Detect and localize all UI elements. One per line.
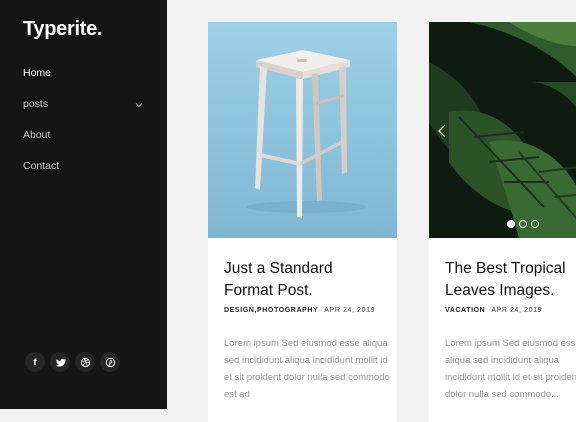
post-title-line2: Leaves Images. xyxy=(445,282,555,299)
leaves-illustration xyxy=(429,22,576,238)
post-title-line2: Format Post. xyxy=(224,282,313,299)
tropical-leaves-image[interactable] xyxy=(429,22,576,238)
stool-illustration xyxy=(208,22,397,238)
post-categories[interactable]: DESIGN,PHOTOGRAPHY xyxy=(224,307,318,314)
nav-item-about[interactable]: About xyxy=(23,122,148,153)
post-date: APR 24, 2019 xyxy=(491,307,543,314)
carousel-dot-1[interactable] xyxy=(507,220,515,228)
post-card[interactable]: The Best Tropical Leaves Images. VACATIO… xyxy=(429,22,576,422)
carousel-prev-arrow[interactable] xyxy=(437,124,447,138)
dribbble-icon[interactable] xyxy=(75,352,95,372)
post-date: APR 24, 2019 xyxy=(324,307,376,314)
post-categories[interactable]: VACATION xyxy=(445,307,485,314)
post-title[interactable]: The Best Tropical Leaves Images. xyxy=(445,258,576,302)
post-excerpt: Lorem ipsum Sed eiusmod esse aliqua sed … xyxy=(445,338,576,400)
post-meta: VACATION APR 24, 2019 xyxy=(445,307,542,314)
post-title-line1: The Best Tropical xyxy=(445,260,566,277)
post-meta: DESIGN,PHOTOGRAPHY APR 24, 2019 xyxy=(224,307,375,314)
post-title[interactable]: Just a Standard Format Post. xyxy=(224,258,374,302)
post-title-line1: Just a Standard xyxy=(224,260,333,277)
twitter-icon[interactable] xyxy=(50,352,70,372)
sidebar: Typerite. Home posts About Contact f xyxy=(0,0,167,409)
site-logo[interactable]: Typerite. xyxy=(23,18,102,41)
post-excerpt: Lorem ipsum Sed eiusmod esse aliqua sed … xyxy=(224,338,390,400)
post-card[interactable]: Just a Standard Format Post. DESIGN,PHOT… xyxy=(208,22,397,422)
nav-item-posts[interactable]: posts xyxy=(23,91,148,122)
stool-image[interactable] xyxy=(208,22,397,238)
carousel-dot-2[interactable] xyxy=(519,220,527,228)
nav-item-home[interactable]: Home xyxy=(23,60,148,91)
chevron-down-icon[interactable] xyxy=(134,100,144,110)
main-nav: Home posts About Contact xyxy=(23,60,148,184)
carousel-dots xyxy=(507,220,539,228)
carousel-dot-3[interactable] xyxy=(531,220,539,228)
pinterest-icon[interactable] xyxy=(100,352,120,372)
facebook-icon[interactable]: f xyxy=(25,352,45,372)
social-links: f xyxy=(25,352,120,372)
nav-item-posts-label: posts xyxy=(23,98,49,110)
nav-item-contact[interactable]: Contact xyxy=(23,153,148,184)
